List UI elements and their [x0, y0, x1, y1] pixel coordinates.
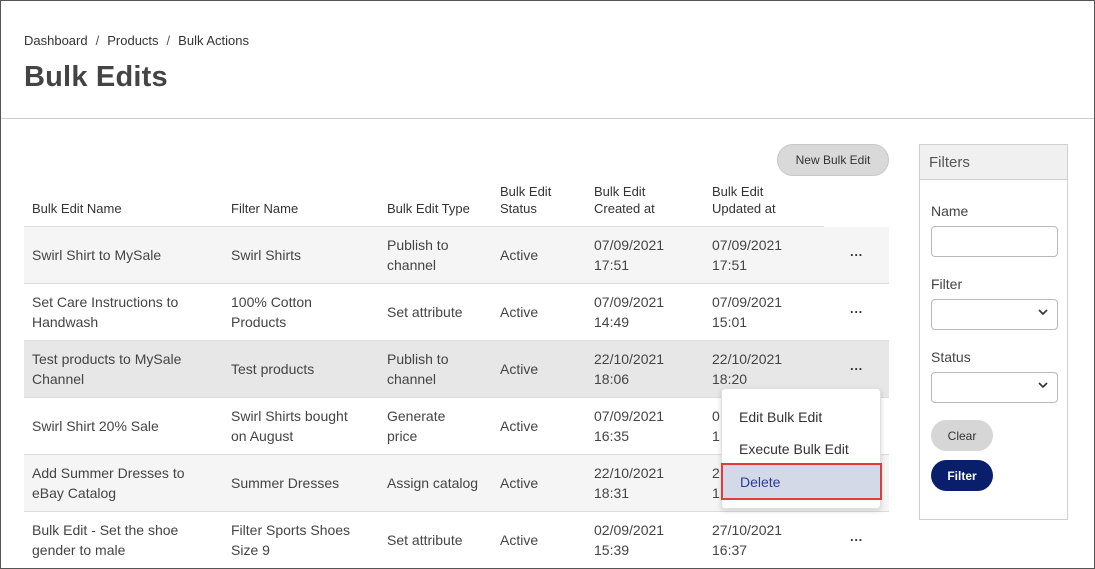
header-created-at[interactable]: Bulk Edit Created at — [594, 183, 655, 217]
header-updated-at[interactable]: Bulk Edit Updated at — [712, 183, 776, 217]
cell-status: Active — [500, 418, 539, 434]
cell-status: Active — [500, 247, 539, 263]
status-select[interactable] — [931, 372, 1058, 403]
header-filter-name[interactable]: Filter Name — [231, 200, 298, 217]
row-actions-icon[interactable]: ··· — [850, 305, 863, 320]
header-created-line1: Bulk Edit — [594, 184, 646, 199]
apply-filter-button[interactable]: Filter — [931, 460, 993, 491]
app-frame: Dashboard / Products / Bulk Actions Bulk… — [0, 0, 1095, 569]
cell-bulk-edit-type: Publish to channel — [387, 351, 449, 387]
breadcrumb-products[interactable]: Products — [107, 33, 158, 48]
header-status-line1: Bulk Edit — [500, 184, 552, 199]
cell-updated-at: 27/10/2021 16:37 — [712, 522, 783, 558]
header-bulk-edit-type[interactable]: Bulk Edit Type — [387, 200, 470, 217]
cell-bulk-edit-name: Test products to MySale Channel — [32, 351, 182, 387]
header-status-line2: Status — [500, 201, 537, 216]
cell-updated-at: 07/09/2021 15:01 — [712, 294, 783, 330]
cell-updated-at: 07/09/2021 17:51 — [712, 237, 783, 273]
cell-created-at: 22/10/2021 18:31 — [594, 465, 665, 501]
cell-filter-name: Swirl Shirts bought on August — [231, 408, 348, 444]
header-created-line2: Created at — [594, 201, 655, 216]
cell-bulk-edit-name: Add Summer Dresses to eBay Catalog — [32, 465, 185, 501]
page-header: Dashboard / Products / Bulk Actions Bulk… — [1, 1, 1094, 119]
name-filter-label: Name — [931, 203, 969, 219]
breadcrumb: Dashboard / Products / Bulk Actions — [24, 33, 249, 48]
row-actions-icon[interactable]: ··· — [850, 248, 863, 263]
chevron-down-icon — [1038, 309, 1048, 316]
cell-created-at: 07/09/2021 14:49 — [594, 294, 665, 330]
filter-select-label: Filter — [931, 276, 963, 292]
cell-bulk-edit-type: Publish to channel — [387, 237, 449, 273]
cell-created-at: 07/09/2021 17:51 — [594, 237, 665, 273]
cell-filter-name: Swirl Shirts — [231, 247, 302, 263]
table-row[interactable]: Set Care Instructions to Handwash 100% Co… — [24, 284, 889, 341]
bulk-edits-table: Bulk Edit Name Filter Name Bulk Edit Typ… — [24, 177, 889, 568]
table-header: Bulk Edit Name Filter Name Bulk Edit Typ… — [24, 177, 824, 227]
cell-filter-name: Filter Sports Shoes Size 9 — [231, 522, 351, 558]
cell-filter-name: Test products — [231, 361, 315, 377]
breadcrumb-separator: / — [166, 33, 171, 48]
breadcrumb-bulk-actions[interactable]: Bulk Actions — [178, 33, 249, 48]
row-actions-icon[interactable]: ··· — [850, 362, 863, 377]
header-updated-line1: Bulk Edit — [712, 184, 764, 199]
cell-status: Active — [500, 361, 539, 377]
status-select-label: Status — [931, 349, 971, 365]
cell-filter-name: 100% Cotton Products — [231, 294, 312, 330]
cell-bulk-edit-type: Assign catalog — [387, 475, 479, 491]
menu-item-edit-bulk-edit[interactable]: Edit Bulk Edit — [722, 401, 880, 433]
header-bulk-edit-name[interactable]: Bulk Edit Name — [32, 200, 122, 217]
table-row[interactable]: Swirl Shirt to MySale Swirl Shirts Publi… — [24, 227, 889, 284]
cell-updated-at: 01 — [712, 408, 720, 444]
header-bulk-edit-status[interactable]: Bulk Edit Status — [500, 183, 551, 217]
clear-filters-button[interactable]: Clear — [931, 420, 993, 451]
filters-title: Filters — [920, 145, 1067, 180]
cell-bulk-edit-name: Swirl Shirt to MySale — [32, 247, 162, 263]
breadcrumb-separator: / — [95, 33, 100, 48]
menu-item-delete[interactable]: Delete — [721, 463, 882, 500]
cell-created-at: 07/09/2021 16:35 — [594, 408, 665, 444]
cell-filter-name: Summer Dresses — [231, 475, 340, 491]
cell-bulk-edit-type: Set attribute — [387, 304, 463, 320]
new-bulk-edit-button[interactable]: New Bulk Edit — [777, 144, 889, 176]
header-updated-line2: Updated at — [712, 201, 776, 216]
cell-updated-at: 21 — [712, 465, 720, 501]
cell-bulk-edit-name: Swirl Shirt 20% Sale — [32, 418, 159, 434]
cell-status: Active — [500, 475, 539, 491]
cell-status: Active — [500, 304, 539, 320]
chevron-down-icon — [1038, 382, 1048, 389]
breadcrumb-dashboard[interactable]: Dashboard — [24, 33, 88, 48]
cell-bulk-edit-name: Bulk Edit - Set the shoe gender to male — [32, 522, 179, 558]
cell-created-at: 22/10/2021 18:06 — [594, 351, 665, 387]
filter-select[interactable] — [931, 299, 1058, 330]
cell-created-at: 02/09/2021 15:39 — [594, 522, 665, 558]
filters-panel: Filters Name Filter Status Clear Filter — [919, 144, 1068, 520]
cell-bulk-edit-type: Set attribute — [387, 532, 463, 548]
cell-bulk-edit-name: Set Care Instructions to Handwash — [32, 294, 179, 330]
cell-status: Active — [500, 532, 539, 548]
menu-item-execute-bulk-edit[interactable]: Execute Bulk Edit — [722, 433, 880, 465]
cell-bulk-edit-type: Generate price — [387, 408, 446, 444]
page-title: Bulk Edits — [24, 61, 168, 93]
name-filter-input[interactable] — [931, 226, 1058, 257]
row-context-menu: Edit Bulk Edit Execute Bulk Edit Delete — [721, 388, 882, 509]
cell-updated-at: 22/10/2021 18:20 — [712, 351, 783, 387]
row-actions-icon[interactable]: ··· — [850, 533, 863, 548]
table-row[interactable]: Bulk Edit - Set the shoe gender to male F… — [24, 512, 889, 568]
